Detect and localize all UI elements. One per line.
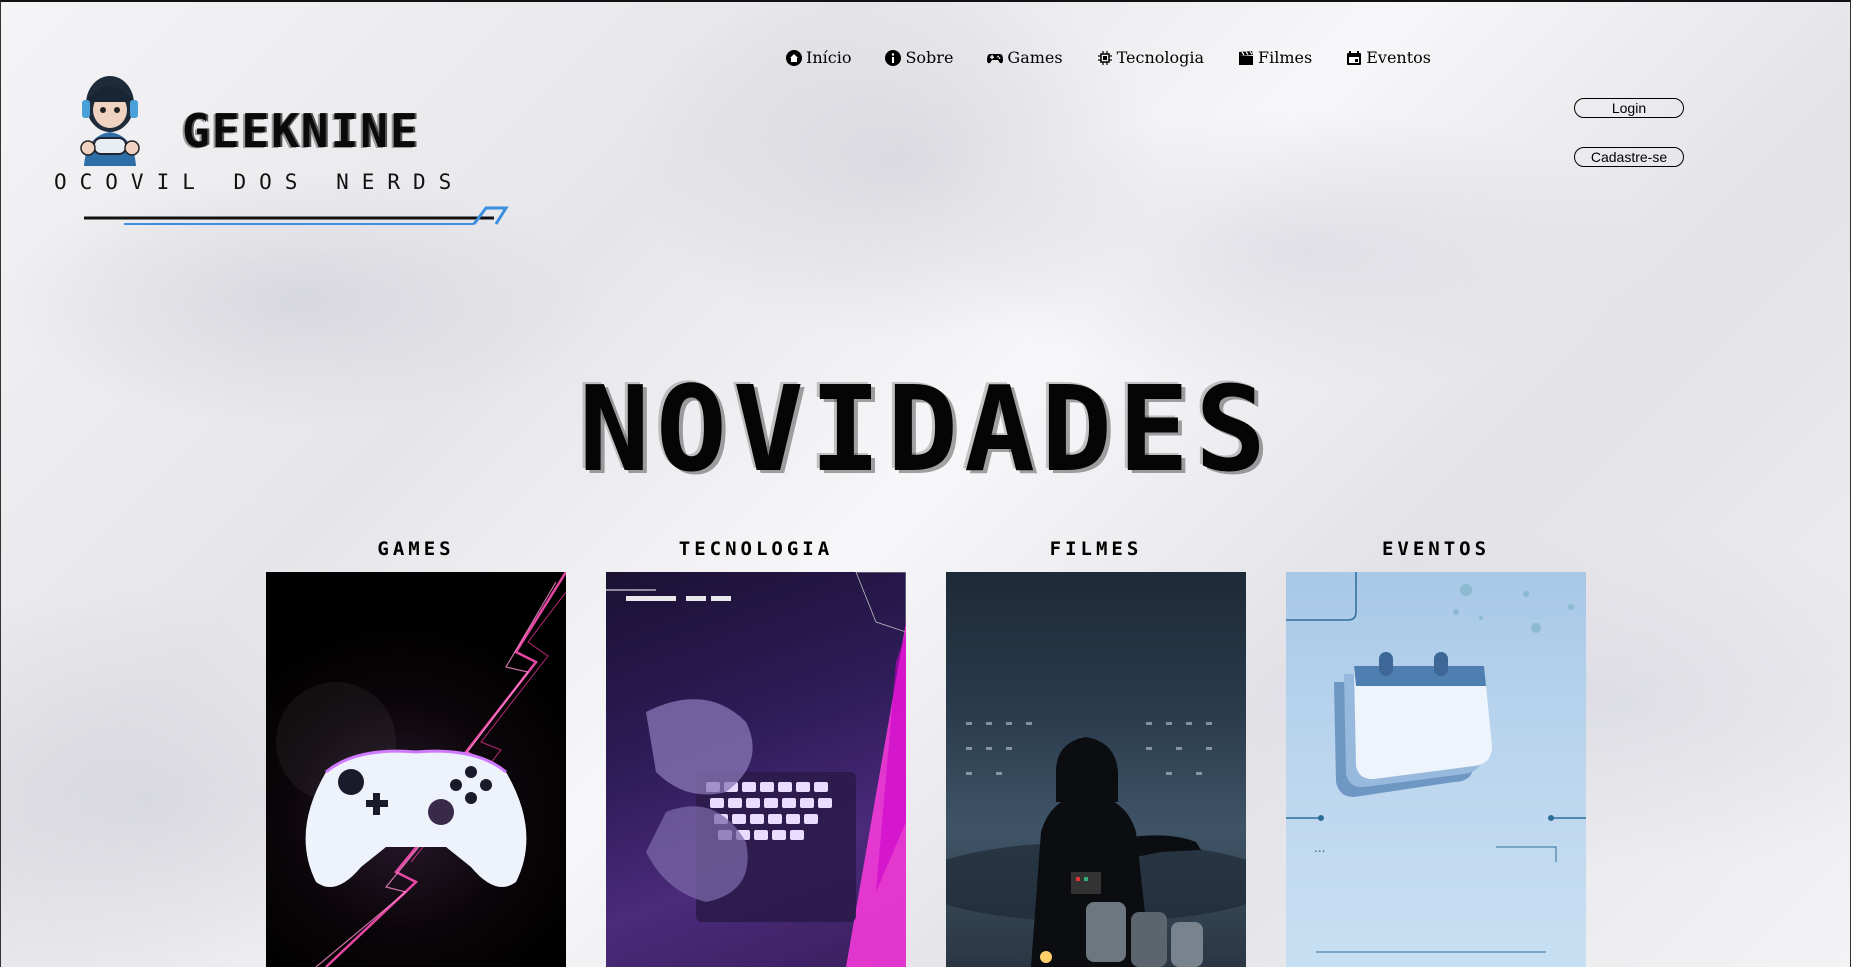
- laptop-keyboard-art: [606, 572, 906, 967]
- brand-name: GEEKNINE: [182, 104, 420, 158]
- gamepad-icon: [987, 53, 1004, 63]
- card-title: EVENTOS: [1381, 538, 1491, 560]
- page-title: NOVIDADES: [578, 360, 1273, 498]
- nav-label: Início: [806, 48, 852, 67]
- category-cards: GAMES TECNOLOGIA FILMES EVENTOS ...: [266, 538, 1586, 967]
- nav-item-filmes[interactable]: Filmes: [1238, 48, 1312, 67]
- info-icon: [885, 49, 902, 66]
- nav-item-tecnologia[interactable]: Tecnologia: [1097, 48, 1204, 67]
- nav-item-inicio[interactable]: Início: [786, 48, 851, 67]
- laptop-keyboard-image[interactable]: [606, 572, 906, 967]
- clapperboard-icon: [1239, 50, 1254, 65]
- darth-vader-art: [946, 722, 1246, 967]
- signup-button[interactable]: Cadastre-se: [1574, 147, 1684, 167]
- login-button[interactable]: Login: [1574, 98, 1684, 118]
- nav-label: Games: [1007, 48, 1063, 67]
- calendar-3d-art: ...: [1286, 572, 1586, 953]
- card-title: GAMES: [377, 538, 455, 560]
- nav-item-games[interactable]: Games: [987, 48, 1063, 67]
- darth-vader-image[interactable]: [946, 572, 1246, 967]
- nav-item-eventos[interactable]: Eventos: [1346, 48, 1431, 67]
- card-tecnologia[interactable]: TECNOLOGIA: [606, 538, 906, 967]
- card-title: FILMES: [1049, 538, 1143, 560]
- nav-label: Tecnologia: [1116, 48, 1205, 67]
- main-nav: Início Sobre Games Tecnologia Filmes Eve…: [786, 48, 1465, 67]
- calendar-3d-image[interactable]: ...: [1286, 572, 1586, 967]
- nav-label: Filmes: [1258, 48, 1313, 67]
- nav-label: Sobre: [905, 48, 954, 67]
- site-logo[interactable]: GEEKNINE OCOVIL DOS NERDS: [52, 70, 522, 235]
- game-controller-image[interactable]: [266, 572, 566, 967]
- cpu-icon: [1097, 50, 1112, 65]
- card-eventos[interactable]: EVENTOS ...: [1286, 538, 1586, 967]
- calendar-icon: [1347, 50, 1362, 65]
- card-games[interactable]: GAMES: [266, 538, 566, 967]
- logo-underline-decoration: [84, 206, 509, 225]
- nav-label: Eventos: [1366, 48, 1431, 67]
- card-filmes[interactable]: FILMES: [946, 538, 1246, 967]
- home-icon: [786, 49, 802, 66]
- game-controller-art: [276, 572, 566, 967]
- nav-item-sobre[interactable]: Sobre: [885, 48, 953, 67]
- gamer-mascot-icon: [80, 76, 140, 166]
- svg-text:...: ...: [1314, 841, 1325, 855]
- card-title: TECNOLOGIA: [678, 538, 834, 560]
